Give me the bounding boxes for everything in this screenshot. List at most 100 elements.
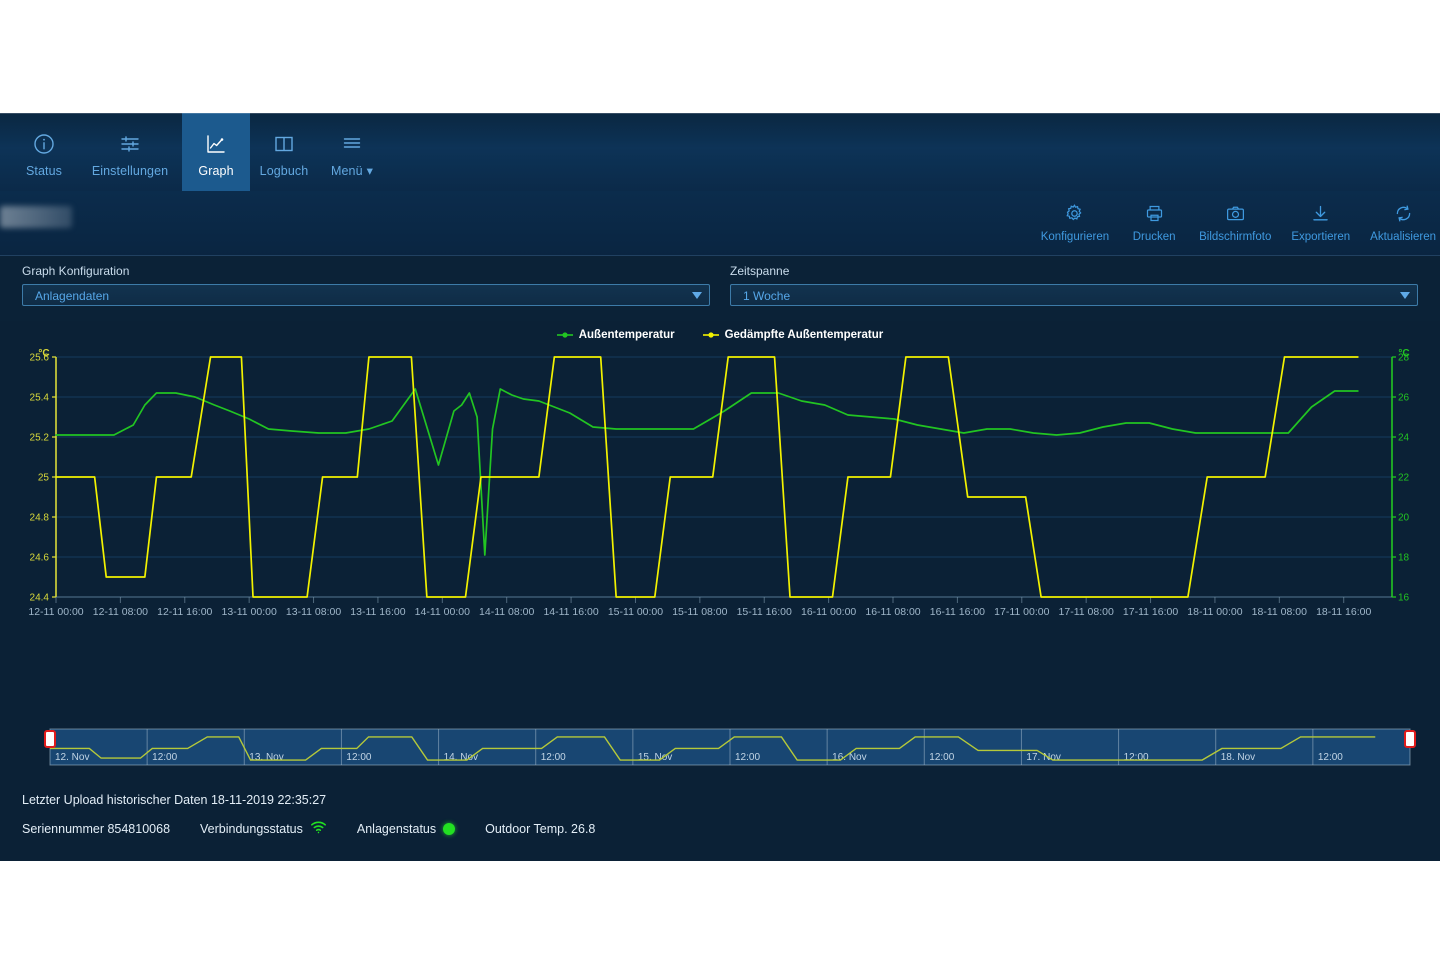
line-chart-icon [204, 131, 228, 157]
outdoor-temperature: Outdoor Temp. 26.8 [485, 822, 595, 836]
plot-svg: °C24.424.624.82525.225.425.6 °C1618202224… [28, 348, 1410, 618]
nav-label-logbuch: Logbuch [259, 163, 309, 178]
chart-controls: Graph Konfiguration Anlagendaten Zeitspa… [0, 256, 1440, 321]
device-status-block: Letzter Upload historischer Daten 18-11-… [0, 777, 1440, 847]
svg-text:25.6: 25.6 [30, 353, 50, 364]
nav-label-einstellungen: Einstellungen [91, 163, 169, 178]
nav-item-logbuch[interactable]: Logbuch [250, 113, 318, 191]
redacted-device-label [0, 206, 72, 228]
nav-item-graph[interactable]: Graph [182, 113, 250, 191]
svg-text:14-11 08:00: 14-11 08:00 [479, 606, 534, 618]
svg-text:12:00: 12:00 [152, 752, 177, 763]
camera-icon [1225, 201, 1246, 225]
svg-text:16-11 08:00: 16-11 08:00 [865, 606, 920, 618]
chart-legend: Außentemperatur Gedämpfte Außentemperatu… [0, 321, 1440, 343]
serial-number: Seriennummer 854810068 [22, 822, 170, 836]
print-label: Drucken [1132, 231, 1176, 243]
svg-text:24.4: 24.4 [30, 593, 50, 604]
download-icon [1310, 201, 1331, 225]
navigator-handle-left [44, 730, 56, 748]
svg-text:20: 20 [1398, 513, 1410, 524]
connection-status-label: Verbindungsstatus [200, 821, 303, 836]
svg-text:26: 26 [1398, 393, 1410, 404]
refresh-label: Aktualisieren [1370, 231, 1436, 243]
svg-text:12:00: 12:00 [1124, 752, 1149, 763]
screenshot-button[interactable]: Bildschirmfoto [1189, 201, 1281, 243]
svg-text:24.8: 24.8 [30, 513, 50, 524]
svg-text:12:00: 12:00 [346, 752, 371, 763]
last-upload-text: Letzter Upload historischer Daten 18-11-… [22, 793, 327, 807]
series-line-0 [55, 388, 1359, 556]
configure-button[interactable]: Konfigurieren [1031, 201, 1119, 243]
svg-text:14. Nov: 14. Nov [444, 752, 478, 763]
graph-config-select[interactable]: Anlagendaten [22, 284, 710, 306]
svg-text:22: 22 [1398, 473, 1410, 484]
svg-text:13-11 16:00: 13-11 16:00 [350, 606, 405, 618]
nav-label-status: Status [25, 163, 63, 178]
svg-text:15-11 00:00: 15-11 00:00 [608, 606, 663, 618]
svg-text:18-11 16:00: 18-11 16:00 [1316, 606, 1371, 618]
svg-text:18-11 00:00: 18-11 00:00 [1187, 606, 1242, 618]
nav-item-menu[interactable]: Menü ▾ [318, 113, 386, 191]
sliders-icon [118, 131, 142, 157]
nav-item-einstellungen[interactable]: Einstellungen [78, 113, 182, 191]
info-icon [32, 131, 56, 157]
export-button[interactable]: Exportieren [1281, 201, 1360, 243]
svg-text:18: 18 [1398, 553, 1410, 564]
footer-spacer [0, 847, 1440, 861]
svg-text:15-11 08:00: 15-11 08:00 [672, 606, 727, 618]
serial-number-label: Seriennummer 854810068 [22, 821, 171, 836]
svg-text:25: 25 [38, 473, 50, 484]
graph-config-label: Graph Konfiguration [22, 264, 130, 278]
navigator-handle-right [1404, 730, 1416, 748]
svg-text:17-11 16:00: 17-11 16:00 [1123, 606, 1178, 618]
svg-text:12:00: 12:00 [1318, 752, 1343, 763]
print-button[interactable]: Drucken [1119, 201, 1189, 243]
status-badge [443, 822, 456, 835]
svg-text:17-11 08:00: 17-11 08:00 [1059, 606, 1114, 618]
svg-text:16: 16 [1398, 593, 1410, 604]
plant-status-label: Anlagenstatus [356, 821, 437, 836]
refresh-icon [1393, 201, 1414, 225]
screenshot-label: Bildschirmfoto [1199, 231, 1272, 243]
graph-config-value: Anlagendaten [35, 289, 110, 303]
book-icon [272, 131, 296, 157]
legend-item-aussentemperatur[interactable]: Außentemperatur [556, 326, 675, 343]
nav-label-graph: Graph [198, 163, 234, 178]
chevron-down-icon [1400, 292, 1410, 299]
chevron-down-icon: ▾ [366, 164, 374, 178]
svg-text:12:00: 12:00 [929, 752, 954, 763]
svg-text:24.6: 24.6 [30, 553, 50, 564]
svg-text:12-11 08:00: 12-11 08:00 [93, 606, 148, 618]
legend-item-gedaempfte-aussentemperatur[interactable]: Gedämpfte Außentemperatur [702, 326, 883, 343]
svg-text:18-11 08:00: 18-11 08:00 [1252, 606, 1307, 618]
application-window: Status Einstellungen Graph Logbuch Menü … [0, 113, 1440, 861]
svg-text:16-11 16:00: 16-11 16:00 [930, 606, 985, 618]
plot-area[interactable]: °C 24.4 24.6 24.8 25 25.2 25.4 25.6 °C 16 18 20 22 24… [0, 343, 1440, 648]
svg-text:14-11 16:00: 14-11 16:00 [543, 606, 598, 618]
legend-label-0: Außentemperatur [578, 328, 675, 341]
svg-text:15-11 16:00: 15-11 16:00 [737, 606, 792, 618]
svg-text:13-11 00:00: 13-11 00:00 [222, 606, 277, 618]
chart-panel: Außentemperatur Gedämpfte Außentemperatu… [0, 321, 1440, 721]
svg-text:12-11 16:00: 12-11 16:00 [157, 606, 212, 618]
configure-label: Konfigurieren [1040, 231, 1110, 243]
hamburger-icon [340, 130, 364, 156]
connection-status: Verbindungsstatus [200, 820, 327, 837]
printer-icon [1144, 201, 1165, 225]
svg-text:13. Nov: 13. Nov [249, 752, 283, 763]
nav-item-status[interactable]: Status [10, 113, 78, 191]
legend-swatch-green [556, 331, 573, 338]
toolbar-actions: Konfigurieren Drucken Bildschirmfoto Exp… [1031, 191, 1440, 256]
plant-status: Anlagenstatus [356, 821, 456, 836]
svg-text:25.2: 25.2 [30, 433, 50, 444]
timespan-select[interactable]: 1 Woche [730, 284, 1418, 306]
chart-range-navigator[interactable]: 12. Nov 12:00 13. Nov 12:00 14. Nov 12:00 15. … [0, 721, 1440, 777]
svg-text:12:00: 12:00 [541, 752, 566, 763]
svg-text:28: 28 [1398, 353, 1410, 364]
svg-text:17-11 00:00: 17-11 00:00 [994, 606, 1049, 618]
svg-text:18. Nov: 18. Nov [1221, 752, 1255, 763]
refresh-button[interactable]: Aktualisieren [1360, 201, 1440, 243]
legend-swatch-yellow [702, 331, 719, 338]
timespan-group: Zeitspanne 1 Woche [730, 264, 1418, 321]
